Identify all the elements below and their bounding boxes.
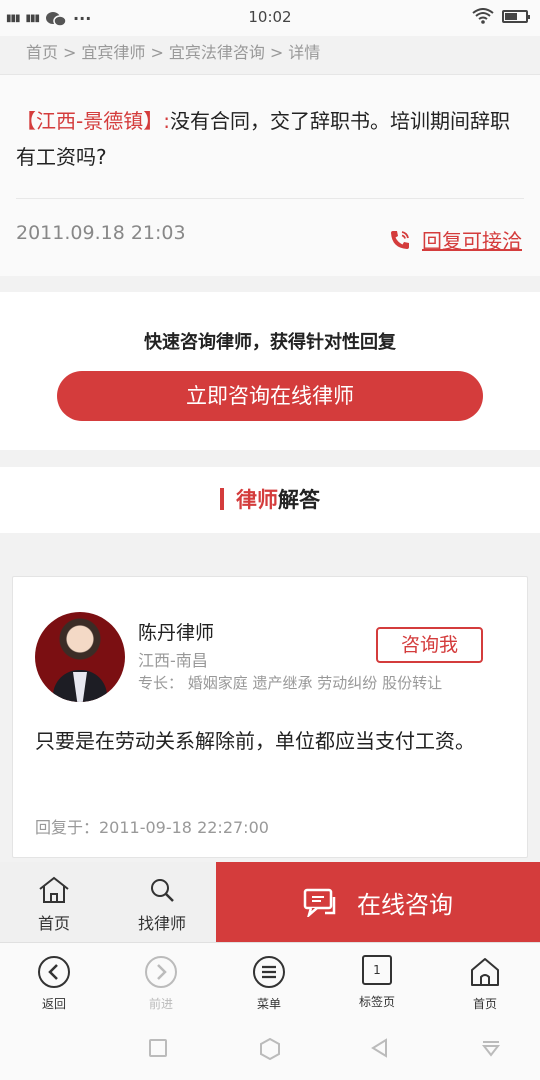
find-lawyer-button[interactable]: 找律师 [108,862,216,942]
browser-toolbar: 返回 前进 菜单 1 标签页 首页 [0,942,540,1024]
breadcrumb-consult[interactable]: 宜宾法律咨询 [169,43,265,62]
browser-back-label: 返回 [41,997,66,1011]
search-icon [151,879,174,902]
status-right [472,8,530,24]
breadcrumb-home[interactable]: 首页 [26,43,58,62]
breadcrumb: 首页 > 宜宾律师 > 宜宾法律咨询 > 详情 [0,36,540,74]
tabs-icon: 1 [362,955,392,985]
browser-tabs-label: 标签页 [358,995,395,1009]
reply-contact-link[interactable]: 回复可接洽 [388,225,522,254]
consult-me-button[interactable]: 咨询我 [376,627,483,663]
section-title-bar [220,488,224,510]
clock: 10:02 [248,8,292,26]
answer-text: 只要是在劳动关系解除前，单位都应当支付工资。 [35,729,475,753]
reply-contact-label: 回复可接洽 [422,229,522,253]
lawyer-region: 江西-南昌 [138,651,208,670]
cta-tip: 快速咨询律师，获得针对性回复 [144,332,396,353]
home-icon [471,958,499,986]
phone-icon [391,230,409,249]
browser-forward-label: 前进 [148,997,173,1011]
breadcrumb-separator: > [269,43,284,62]
bottom-home-button[interactable]: 首页 [0,862,108,942]
online-consult-button[interactable]: 在线咨询 [216,862,540,942]
lawyer-specialty: 专长： 婚姻家庭 遗产继承 劳动纠纷 股份转让 [138,674,443,692]
back-triangle-icon[interactable] [370,1038,390,1058]
wifi-icon [472,8,494,24]
menu-icon [253,956,285,988]
system-navigation-bar [0,1024,540,1080]
home-icon [39,876,69,903]
battery-icon [502,9,530,23]
section-title-black: 解答 [278,488,320,512]
avatar[interactable] [35,612,125,702]
forward-icon [145,956,177,988]
section-title-red: 律师 [236,488,278,512]
back-icon [38,956,70,988]
section-title: 律师解答 [0,467,540,533]
browser-tabs-button[interactable]: 1 标签页 [347,955,407,1010]
home-hexagon-icon[interactable] [259,1038,281,1060]
browser-menu-button[interactable]: 菜单 [239,955,299,1012]
bottom-action-bar: 首页 找律师 在线咨询 [0,862,540,942]
find-lawyer-label: 找律师 [137,914,186,933]
chat-icon [303,888,336,917]
browser-home-label: 首页 [472,997,497,1011]
divider [16,198,524,199]
status-bar: ▮▮▮ ▮▮▮ ··· 10:02 [0,0,540,36]
lawyer-answer-card: 陈丹律师 江西-南昌 专长： 婚姻家庭 遗产继承 劳动纠纷 股份转让 咨询我 只… [12,576,528,858]
browser-home-button[interactable]: 首页 [455,955,515,1012]
breadcrumb-lawyers[interactable]: 宜宾律师 [81,43,145,62]
browser-forward-button[interactable]: 前进 [131,955,191,1012]
lawyer-name[interactable]: 陈丹律师 [138,618,214,645]
consult-cta: 快速咨询律师，获得针对性回复 立即咨询在线律师 [0,292,540,450]
breadcrumb-separator: > [150,43,164,62]
consult-online-lawyer-button[interactable]: 立即咨询在线律师 [57,371,483,421]
reply-time: 回复于：2011-09-18 22:27:00 [35,818,269,837]
question-location: 【江西-景德镇】: [16,109,170,133]
question-card: 【江西-景德镇】:没有合同，交了辞职书。培训期间辞职有工资吗? 2011.09.… [0,74,540,276]
online-consult-label: 在线咨询 [357,890,453,919]
question-text-block: 【江西-景德镇】:没有合同，交了辞职书。培训期间辞职有工资吗? [16,103,524,175]
bottom-home-label: 首页 [37,914,70,933]
question-date: 2011.09.18 21:03 [16,222,186,244]
breadcrumb-separator: > [63,43,77,62]
pull-down-icon[interactable] [481,1038,501,1058]
recent-apps-icon[interactable] [148,1038,168,1058]
browser-back-button[interactable]: 返回 [24,955,84,1012]
browser-menu-label: 菜单 [256,997,281,1011]
breadcrumb-detail: 详情 [288,43,321,62]
